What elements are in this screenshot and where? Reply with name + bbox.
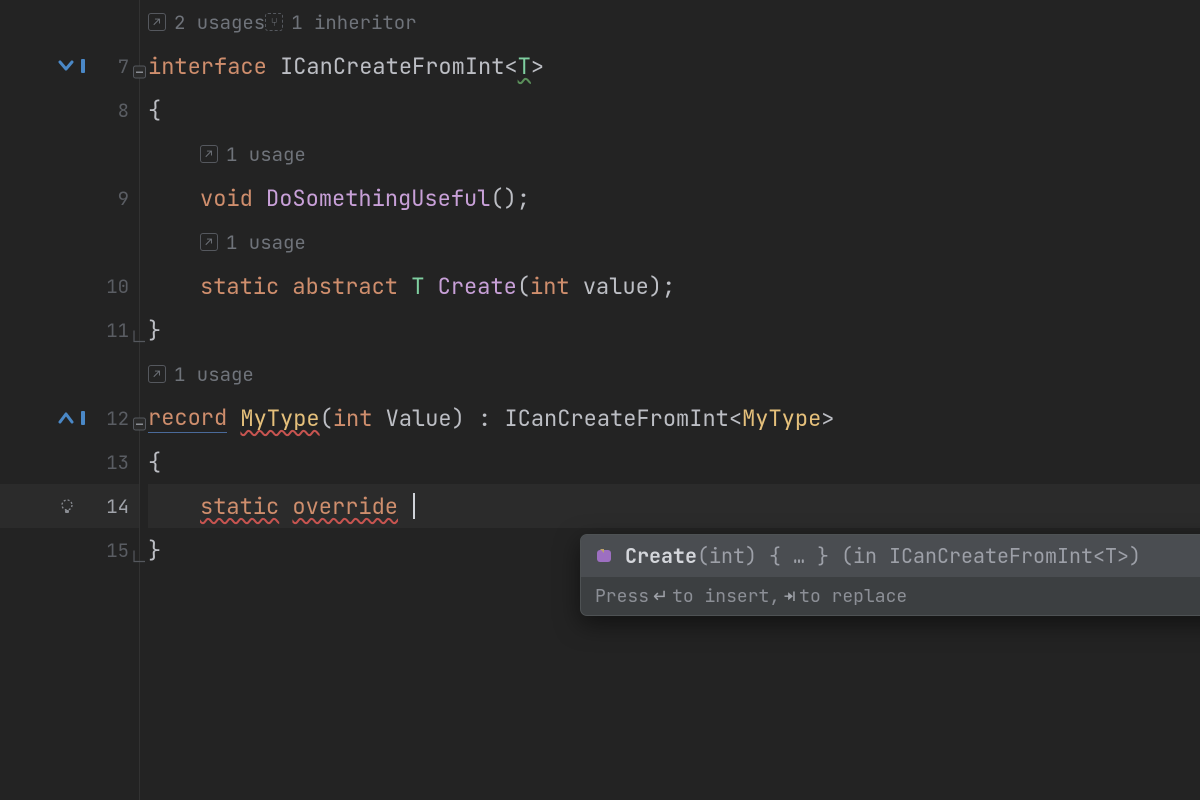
method-override-icon bbox=[595, 546, 615, 566]
completion-popup[interactable]: Create(int) { … } (in ICanCreateFromInt<… bbox=[580, 534, 1200, 616]
code-vision-inlay[interactable]: ↗1 usage bbox=[148, 352, 1200, 396]
overrides-up-icon[interactable] bbox=[56, 409, 86, 427]
line-number[interactable]: 11 bbox=[0, 308, 139, 352]
line-number[interactable]: 7 bbox=[0, 44, 139, 88]
text-caret bbox=[413, 493, 415, 519]
line-number[interactable]: 13 bbox=[0, 440, 139, 484]
usage-icon: ↗ bbox=[148, 13, 166, 31]
code-editor[interactable]: 7 8 9 10 11 12 13 bbox=[0, 0, 1200, 800]
code-line[interactable]: void DoSomethingUseful(); bbox=[148, 176, 1200, 220]
line-number[interactable]: 8 bbox=[0, 88, 139, 132]
code-line[interactable]: static abstract T Create(int value); bbox=[148, 264, 1200, 308]
usage-icon: ↗ bbox=[148, 365, 166, 383]
code-vision-inlay[interactable]: ↗1 usage bbox=[148, 220, 1200, 264]
tab-key-icon: ⇥ bbox=[784, 585, 795, 608]
gutter: 7 8 9 10 11 12 13 bbox=[0, 0, 140, 800]
code-line[interactable]: { bbox=[148, 88, 1200, 132]
code-line[interactable]: record MyType(int Value) : ICanCreateFro… bbox=[148, 396, 1200, 440]
usage-icon: ↗ bbox=[200, 233, 218, 251]
line-number[interactable]: 15 bbox=[0, 528, 139, 572]
line-number[interactable]: 9 bbox=[0, 176, 139, 220]
completion-label: Create(int) { … } (in ICanCreateFromInt<… bbox=[625, 543, 1141, 569]
completion-hint: Press ↵ to insert, ⇥ to replace bbox=[581, 577, 1200, 615]
line-number[interactable]: 12 bbox=[0, 396, 139, 440]
intention-bulb-icon[interactable] bbox=[56, 495, 78, 517]
enter-key-icon: ↵ bbox=[653, 585, 668, 608]
code-area[interactable]: ↗2 usages ⑂1 inheritor interface ICanCre… bbox=[140, 0, 1200, 800]
code-line[interactable]: } bbox=[148, 308, 1200, 352]
code-line[interactable]: { bbox=[148, 440, 1200, 484]
line-number[interactable]: 10 bbox=[0, 264, 139, 308]
completion-item[interactable]: Create(int) { … } (in ICanCreateFromInt<… bbox=[581, 535, 1200, 577]
inheritor-icon: ⑂ bbox=[265, 13, 283, 31]
line-number[interactable]: 14 bbox=[0, 484, 139, 528]
code-vision-inlay[interactable]: ↗1 usage bbox=[148, 132, 1200, 176]
code-vision-inlay[interactable]: ↗2 usages ⑂1 inheritor bbox=[148, 0, 1200, 44]
code-line[interactable]: interface ICanCreateFromInt<T> bbox=[148, 44, 1200, 88]
code-line-active[interactable]: static override bbox=[148, 484, 1200, 528]
implements-down-icon[interactable] bbox=[56, 57, 86, 75]
usage-icon: ↗ bbox=[200, 145, 218, 163]
